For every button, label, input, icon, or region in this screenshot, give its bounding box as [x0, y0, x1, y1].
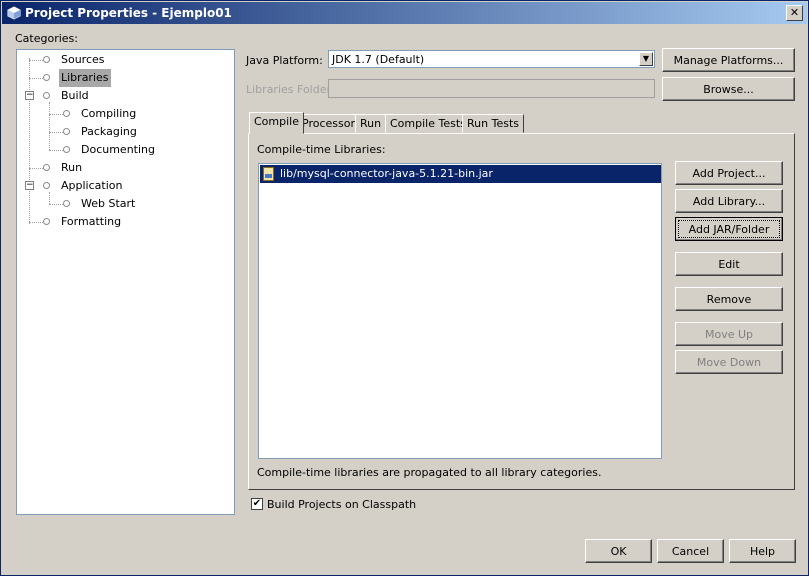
tree-item-label: Sources [61, 53, 105, 66]
tree-line [29, 222, 43, 223]
tree-line [49, 102, 50, 150]
browse-button[interactable]: Browse... [662, 77, 795, 101]
node-bullet-icon [43, 218, 50, 225]
tree-line [29, 78, 43, 79]
node-bullet-icon [63, 128, 70, 135]
tree-line [49, 204, 63, 205]
compile-libraries-list[interactable]: lib/mysql-connector-java-5.1.21-bin.jar [258, 163, 662, 459]
build-on-classpath-checkbox[interactable]: ✔ [251, 498, 263, 510]
add-jar-folder-button[interactable]: Add JAR/Folder [675, 217, 783, 241]
node-bullet-icon [43, 74, 50, 81]
window-title: Project Properties - Ejemplo01 [25, 6, 232, 20]
edit-button[interactable]: Edit [675, 252, 783, 276]
library-path: lib/mysql-connector-java-5.1.21-bin.jar [280, 167, 493, 180]
ok-button[interactable]: OK [585, 539, 652, 563]
tab-run[interactable]: Run [355, 114, 387, 133]
tree-item-label: Run [61, 161, 83, 174]
tree-line [29, 60, 43, 61]
tree-item-label: Web Start [81, 197, 136, 210]
tab-compile-tests[interactable]: Compile Tests [385, 114, 471, 133]
java-platform-select[interactable]: JDK 1.7 (Default) ▼ [328, 50, 655, 68]
libraries-folder-label: Libraries Folder: [246, 83, 335, 96]
list-item[interactable]: lib/mysql-connector-java-5.1.21-bin.jar [260, 165, 661, 183]
chevron-down-icon[interactable]: ▼ [639, 52, 653, 66]
node-bullet-icon [43, 164, 50, 171]
compile-note: Compile-time libraries are propagated to… [257, 466, 602, 479]
cancel-button[interactable]: Cancel [657, 539, 724, 563]
categories-tree[interactable]: Sources Libraries − Build Compiling Pack… [16, 49, 235, 515]
move-up-button[interactable]: Move Up [675, 322, 783, 346]
tree-item-label: Documenting [81, 143, 155, 156]
project-properties-dialog: Project Properties - Ejemplo01 ✕ Categor… [0, 0, 809, 576]
tab-run-tests[interactable]: Run Tests [462, 114, 524, 133]
tab-compile[interactable]: Compile [249, 112, 304, 134]
tree-line [49, 192, 50, 204]
tree-line [49, 114, 63, 115]
collapse-toggle-icon[interactable]: − [25, 181, 34, 190]
tree-item-label: Formatting [61, 215, 122, 228]
add-library-button[interactable]: Add Library... [675, 189, 783, 213]
help-button[interactable]: Help [729, 539, 796, 563]
tree-item-label: Compiling [81, 107, 137, 120]
node-bullet-icon [63, 200, 70, 207]
node-bullet-icon [43, 92, 50, 99]
checkmark-icon: ✔ [252, 498, 262, 509]
tree-item-label: Libraries [59, 69, 111, 87]
tab-processor[interactable]: Processor [297, 114, 360, 133]
node-bullet-icon [43, 182, 50, 189]
tree-line [29, 168, 43, 169]
close-button[interactable]: ✕ [786, 5, 803, 21]
compile-libraries-label: Compile-time Libraries: [257, 143, 386, 156]
collapse-toggle-icon[interactable]: − [25, 91, 34, 100]
jar-file-icon [263, 167, 274, 181]
node-bullet-icon [63, 146, 70, 153]
close-icon: ✕ [789, 6, 800, 19]
tree-line [29, 58, 30, 224]
node-bullet-icon [43, 56, 50, 63]
libraries-folder-field [328, 79, 655, 98]
tree-line [49, 150, 63, 151]
tree-item-label: Application [61, 179, 123, 192]
tree-item-label: Build [61, 89, 89, 102]
build-on-classpath-label[interactable]: Build Projects on Classpath [267, 498, 416, 511]
tree-item-label: Packaging [81, 125, 137, 138]
remove-button[interactable]: Remove [675, 287, 783, 311]
move-down-button[interactable]: Move Down [675, 350, 783, 374]
add-project-button[interactable]: Add Project... [675, 161, 783, 185]
title-bar[interactable]: Project Properties - Ejemplo01 ✕ [2, 2, 807, 24]
java-platform-label: Java Platform: [246, 54, 323, 67]
project-cube-icon [7, 6, 21, 20]
java-platform-value: JDK 1.7 (Default) [332, 53, 425, 66]
categories-label: Categories: [15, 32, 78, 45]
manage-platforms-button[interactable]: Manage Platforms... [662, 48, 795, 72]
node-bullet-icon [63, 110, 70, 117]
tree-line [49, 132, 63, 133]
